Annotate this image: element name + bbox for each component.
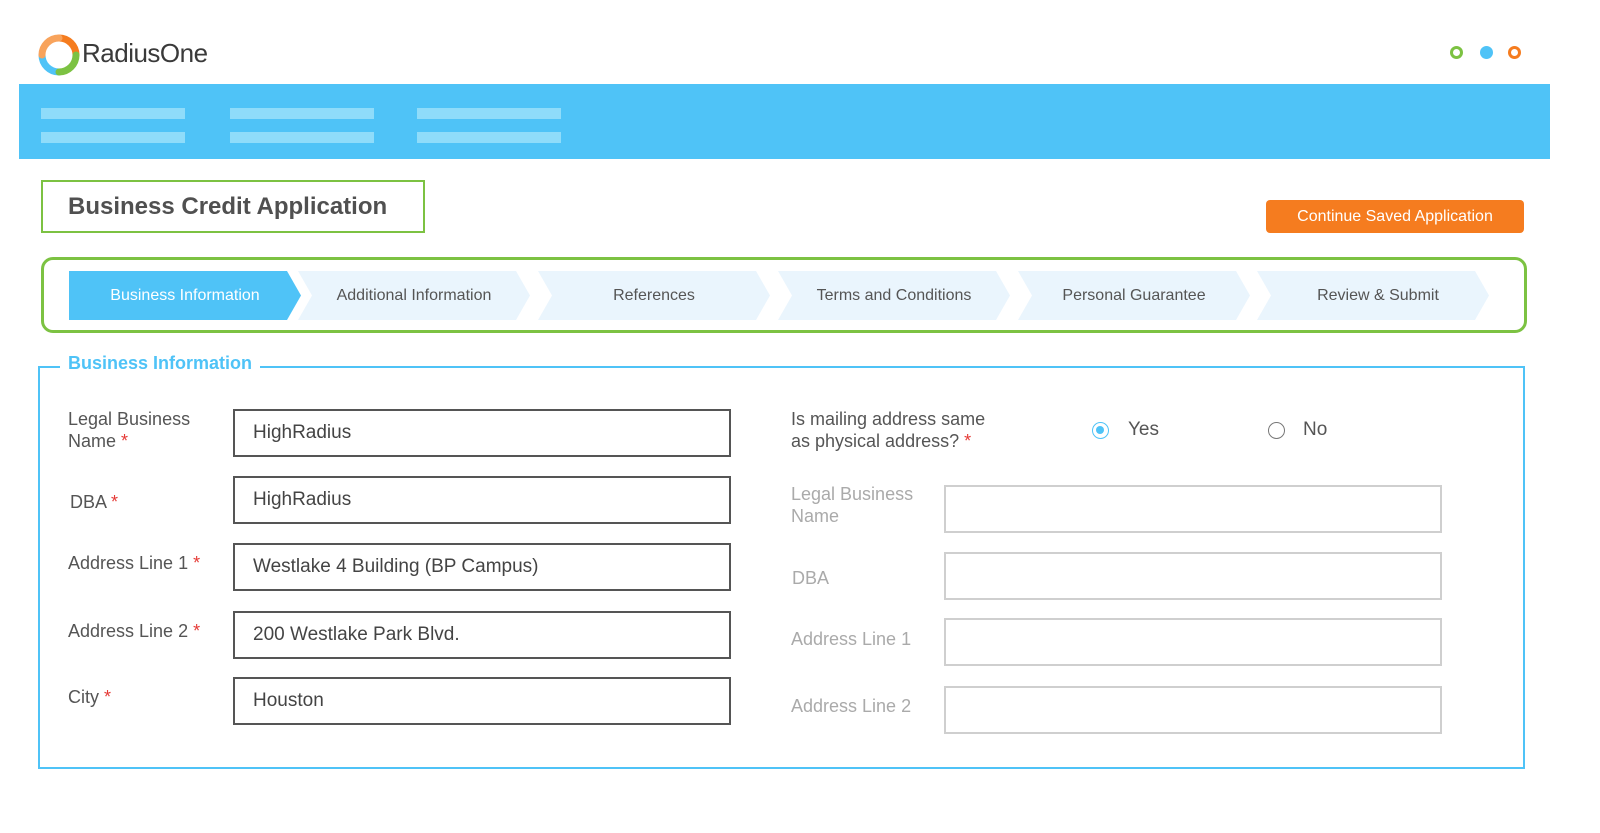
required-asterisk: *: [104, 687, 112, 707]
required-asterisk: *: [111, 492, 119, 512]
address-line-1-label: Address Line 1 *: [68, 552, 200, 574]
step-references[interactable]: References: [538, 271, 770, 320]
nav-placeholder-3b[interactable]: [417, 132, 561, 143]
mailing-dba-label: DBA: [792, 568, 830, 588]
continue-saved-application-button[interactable]: Continue Saved Application: [1266, 200, 1524, 233]
yes-radio-label[interactable]: Yes: [1128, 419, 1159, 441]
legal-business-name-input[interactable]: [233, 409, 731, 457]
city-input[interactable]: [233, 677, 731, 725]
label-line: Legal Business: [791, 484, 914, 504]
dba-input[interactable]: [233, 476, 731, 524]
mailing-dba-input[interactable]: [944, 552, 1442, 600]
label-text: DBA: [70, 492, 107, 512]
yes-radio-button[interactable]: [1092, 422, 1109, 439]
step-business-information[interactable]: Business Information: [69, 271, 301, 320]
nav-placeholder-1b[interactable]: [41, 132, 185, 143]
top-navigation-bar: [19, 84, 1550, 159]
no-radio-label[interactable]: No: [1303, 419, 1327, 441]
city-label: City *: [68, 686, 111, 708]
label-text: City: [68, 687, 99, 707]
mailing-legal-business-name-input[interactable]: [944, 485, 1442, 533]
label-line: Name: [68, 431, 117, 451]
nav-placeholder-2a[interactable]: [230, 108, 374, 119]
address-line-2-input[interactable]: [233, 611, 731, 659]
step-review-submit[interactable]: Review & Submit: [1257, 271, 1489, 320]
required-asterisk: *: [964, 431, 972, 451]
mailing-address-line-2-label: Address Line 2: [791, 696, 912, 716]
dba-label: DBA *: [70, 491, 118, 513]
required-asterisk: *: [193, 621, 201, 641]
legal-business-name-label: Legal Business Name *: [68, 408, 190, 452]
nav-placeholder-1a[interactable]: [41, 108, 185, 119]
orange-window-dot-icon: [1508, 46, 1521, 59]
radiusone-logo-icon: [38, 34, 80, 76]
nav-placeholder-3a[interactable]: [417, 108, 561, 119]
mailing-address-line-2-input[interactable]: [944, 686, 1442, 734]
required-asterisk: *: [193, 553, 201, 573]
section-legend: Business Information: [60, 353, 261, 374]
brand-name: RadiusOne: [82, 38, 208, 68]
step-additional-information[interactable]: Additional Information: [298, 271, 530, 320]
label-line: as physical address?: [791, 431, 960, 451]
label-line: Name: [791, 506, 840, 526]
step-terms-and-conditions[interactable]: Terms and Conditions: [778, 271, 1010, 320]
nav-placeholder-2b[interactable]: [230, 132, 374, 143]
label-line: Is mailing address same: [791, 409, 986, 429]
blue-window-dot-icon: [1480, 46, 1493, 59]
page-title: Business Credit Application: [68, 193, 388, 220]
green-window-dot-icon: [1450, 46, 1463, 59]
label-line: Legal Business: [68, 409, 191, 429]
step-personal-guarantee[interactable]: Personal Guarantee: [1018, 271, 1250, 320]
address-line-2-label: Address Line 2 *: [68, 620, 200, 642]
mailing-legal-business-name-label: Legal Business Name: [791, 483, 913, 527]
label-text: Address Line 1: [68, 553, 189, 573]
mailing-address-line-1-label: Address Line 1: [791, 629, 912, 649]
mailing-same-question: Is mailing address same as physical addr…: [791, 408, 985, 452]
mailing-address-line-1-input[interactable]: [944, 618, 1442, 666]
no-radio-button[interactable]: [1268, 422, 1285, 439]
address-line-1-input[interactable]: [233, 543, 731, 591]
required-asterisk: *: [121, 431, 129, 451]
label-text: Address Line 2: [68, 621, 189, 641]
